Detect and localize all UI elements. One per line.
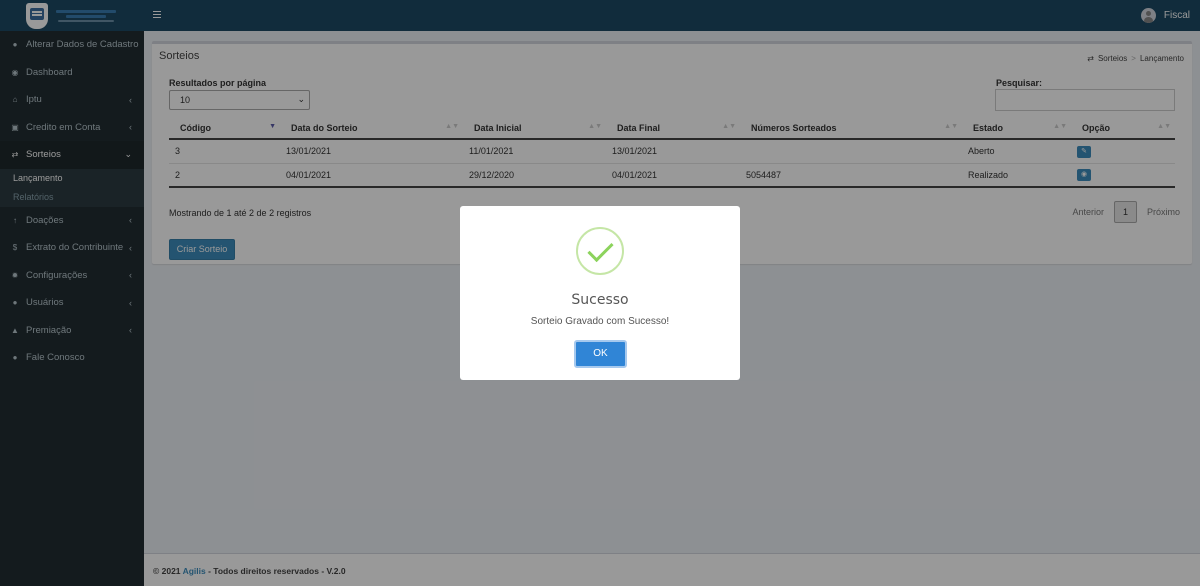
- dialog-title: Sucesso: [571, 292, 629, 308]
- ok-button[interactable]: OK: [574, 340, 627, 368]
- modal-backdrop[interactable]: Sucesso Sorteio Gravado com Sucesso! OK: [0, 0, 1200, 586]
- dialog-message: Sorteio Gravado com Sucesso!: [530, 316, 670, 327]
- success-dialog: Sucesso Sorteio Gravado com Sucesso! OK: [460, 206, 740, 380]
- success-check-icon: [576, 227, 624, 275]
